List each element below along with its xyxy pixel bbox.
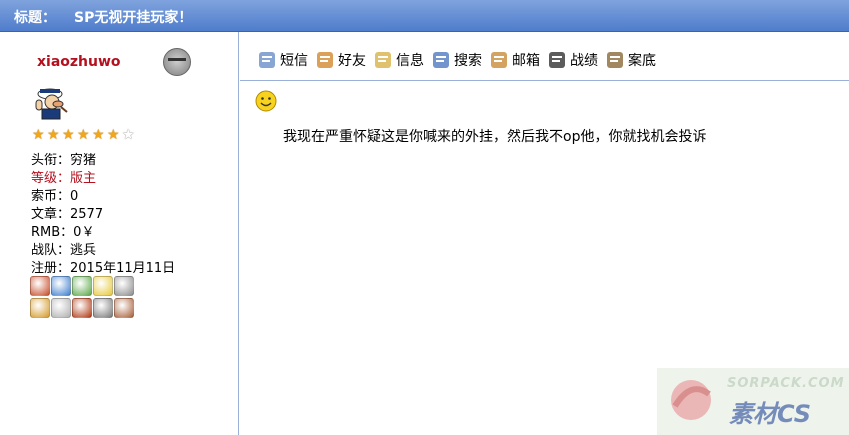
- mail-icon: [489, 50, 509, 70]
- watermark: SORPACK.COM 素材CS: [657, 368, 849, 435]
- post-title-bar: 标题： SP无视开挂玩家！: [0, 0, 849, 32]
- rating-star-icon: ★: [32, 127, 45, 143]
- avatar: [35, 88, 68, 120]
- user-info-row: 索币：0: [31, 189, 79, 204]
- user-info: 头衔：穷猪 等级：版主 索币：0 文章：2577 RMB：0￥ 战队：逃兵 注册：2015年…: [31, 152, 175, 278]
- toolbar-mail-button[interactable]: 邮箱: [489, 48, 540, 72]
- medal-badge-icon: [30, 276, 50, 296]
- toolbar-label: 短信: [280, 53, 308, 69]
- toolbar-search-button[interactable]: 搜索: [431, 48, 482, 72]
- user-info-row: 头衔：穷猪: [31, 153, 97, 168]
- medal-badge-icon: [30, 298, 50, 318]
- watermark-url: SORPACK.COM: [727, 376, 845, 391]
- toolbar-label: 信息: [396, 53, 424, 69]
- toolbar-label: 战绩: [570, 53, 598, 69]
- author-panel: xiaozhuwo ★ ★ ★ ★ ★ ★ ★ 头衔：穷猪 等级：版主 索币：0 文章：2577 R…: [0, 32, 239, 435]
- medal-badge-icon: [114, 298, 134, 318]
- rating-star-icon: ★: [77, 127, 90, 143]
- toolbar-info-button[interactable]: 信息: [373, 48, 424, 72]
- user-status-icon: [163, 48, 191, 76]
- toolbar-label: 案底: [628, 53, 656, 69]
- toolbar-record-button[interactable]: 案底: [605, 48, 656, 72]
- toolbar-label: 搜索: [454, 53, 482, 69]
- site-logo: [671, 380, 711, 420]
- medal-badge-icon: [72, 298, 92, 318]
- author-name-link[interactable]: xiaozhuwo: [37, 54, 121, 70]
- toolbar-label: 邮箱: [512, 53, 540, 69]
- medal-badge-icon: [51, 298, 71, 318]
- user-info-row: RMB：0￥: [31, 225, 95, 240]
- stats-icon: [547, 50, 567, 70]
- medal-badge-icon: [114, 276, 134, 296]
- info-icon: [373, 50, 393, 70]
- toolbar-friends-button[interactable]: 好友: [315, 48, 366, 72]
- friends-icon: [315, 50, 335, 70]
- user-info-row: 战队：逃兵: [31, 243, 97, 258]
- toolbar-stats-button[interactable]: 战绩: [547, 48, 598, 72]
- post-title: SP无视开挂玩家！: [74, 10, 193, 26]
- toolbar-sms-button[interactable]: 短信: [257, 48, 308, 72]
- user-badges: [30, 276, 135, 320]
- record-icon: [605, 50, 625, 70]
- rating-star-icon: ★: [92, 127, 105, 143]
- sms-icon: [257, 50, 277, 70]
- toolbar-divider: [240, 80, 849, 81]
- rating-star-icon: ★: [47, 127, 60, 143]
- user-rating: ★ ★ ★ ★ ★ ★ ★: [32, 128, 137, 144]
- search-icon: [431, 50, 451, 70]
- toolbar-label: 好友: [338, 53, 366, 69]
- rating-star-icon: ★: [122, 127, 135, 143]
- rating-star-icon: ★: [62, 127, 75, 143]
- medal-badge-icon: [51, 276, 71, 296]
- medal-badge-icon: [93, 276, 113, 296]
- user-toolbar: 短信 好友 信息 搜索 邮箱 战绩 案底: [257, 48, 663, 72]
- title-label: 标题：: [14, 10, 56, 26]
- post-body-panel: 短信 好友 信息 搜索 邮箱 战绩 案底 我现在严重怀疑这是你喊来的外挂，然后我不op他，你…: [240, 32, 849, 435]
- post-content: 我现在严重怀疑这是你喊来的外挂，然后我不op他，你就找机会投诉: [283, 129, 707, 145]
- smiley-icon: [255, 90, 277, 112]
- watermark-name: 素材CS: [729, 400, 812, 428]
- rating-star-icon: ★: [107, 127, 120, 143]
- medal-badge-icon: [93, 298, 113, 318]
- medal-badge-icon: [72, 276, 92, 296]
- user-info-row: 等级：版主: [31, 171, 97, 186]
- user-info-row: 文章：2577: [31, 207, 104, 222]
